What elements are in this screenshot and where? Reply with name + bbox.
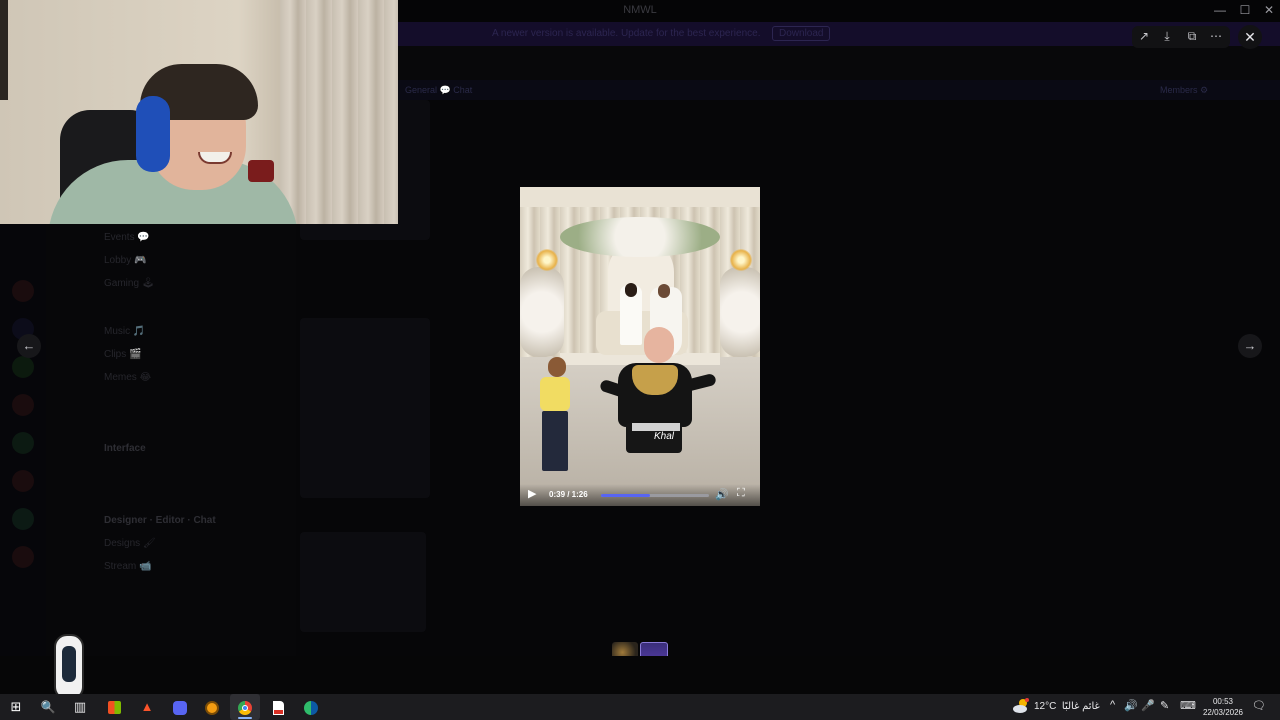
channel-category[interactable]: Interface xyxy=(104,443,146,454)
pdf-file-icon[interactable] xyxy=(263,694,293,720)
video-progress-fill xyxy=(601,494,650,497)
play-icon[interactable]: ▶ xyxy=(528,487,536,500)
ghost-image xyxy=(300,532,426,632)
video-kid-head xyxy=(548,357,566,377)
channel-category[interactable]: Designer · Editor · Chat xyxy=(104,515,216,526)
channel-header-right: Members ⚙ xyxy=(1160,85,1209,95)
active-app-indicator xyxy=(238,717,252,719)
start-icon[interactable]: ⊞ xyxy=(1,694,31,720)
banner-button[interactable]: Download xyxy=(772,26,831,41)
download-icon[interactable]: ⤓ xyxy=(1158,29,1176,44)
share-icon[interactable]: ↗ xyxy=(1135,29,1153,43)
server-rail xyxy=(0,224,46,694)
channel-header xyxy=(398,80,1280,100)
maximize-button[interactable]: ☐ xyxy=(1233,3,1257,17)
window-close-button[interactable]: ✕ xyxy=(1257,3,1280,17)
video-flowers xyxy=(520,267,564,357)
channel-header-title: General 💬 Chat xyxy=(405,85,473,95)
server-icon[interactable] xyxy=(12,356,34,378)
server-icon[interactable] xyxy=(12,470,34,492)
next-media-button[interactable]: → xyxy=(1238,334,1262,358)
channel-item[interactable]: Music 🎵 xyxy=(104,326,145,337)
weather-desc: غائم غالبًا xyxy=(1061,701,1100,712)
server-icon[interactable] xyxy=(12,394,34,416)
fullscreen-icon[interactable]: ⛶ xyxy=(737,487,745,500)
channel-item[interactable]: Designs 🖌 xyxy=(104,538,156,549)
microphone-icon[interactable]: 🎤 xyxy=(1141,699,1155,712)
video-player[interactable]: Khal ▶ 0:39 / 1:26 🔊 ⛶ xyxy=(520,187,760,506)
tray-chevron-icon[interactable]: ^ xyxy=(1110,699,1115,711)
app-bottom-bar xyxy=(0,656,1280,694)
webcam-overlay xyxy=(0,0,398,224)
brave-browser-icon[interactable]: ▲ xyxy=(132,694,162,720)
volume-icon[interactable]: 🔊 xyxy=(715,488,729,501)
channel-item[interactable]: Stream 📹 xyxy=(104,561,151,572)
channel-item[interactable]: Clips 🎬 xyxy=(104,349,141,360)
channel-item[interactable]: Memes 😂 xyxy=(104,372,151,383)
video-lamp xyxy=(730,249,752,271)
user-emblem-avatar[interactable] xyxy=(54,634,84,700)
weather-icon[interactable] xyxy=(1012,697,1030,715)
headphones xyxy=(136,96,170,172)
open-in-browser-icon[interactable]: ⧉ xyxy=(1183,29,1201,44)
minimize-button[interactable]: — xyxy=(1208,3,1232,17)
video-dancer-belt xyxy=(632,423,680,431)
pen-icon[interactable]: ✎ xyxy=(1160,699,1169,712)
video-dancer-head xyxy=(644,327,674,363)
video-lamp xyxy=(536,249,558,271)
banner-text: A newer version is available. Update for… xyxy=(492,28,761,39)
curtain xyxy=(280,0,398,224)
weather-temp: 12°C xyxy=(1034,701,1057,712)
app-circle-icon[interactable] xyxy=(197,694,227,720)
notification-icon[interactable]: 🗨 xyxy=(1252,699,1266,712)
video-time: 0:39 / 1:26 xyxy=(549,490,588,499)
search-icon[interactable]: 🔍 xyxy=(33,694,63,720)
background-object xyxy=(248,160,274,182)
channel-item[interactable]: Events 💬 xyxy=(104,232,150,243)
clock-date: 22/03/2026 xyxy=(1202,708,1244,717)
channel-item[interactable]: Lobby 🎮 xyxy=(104,255,146,266)
viewer-close-button[interactable]: ✕ xyxy=(1238,25,1262,49)
task-view-icon[interactable]: ▥ xyxy=(65,694,95,720)
keyboard-icon[interactable]: ⌨ xyxy=(1180,699,1196,712)
emblem-eagle-icon xyxy=(62,646,76,682)
video-ceiling xyxy=(520,187,760,207)
store-icon[interactable] xyxy=(99,694,129,720)
wall-frame xyxy=(0,0,8,100)
video-groom-head xyxy=(625,283,637,297)
channel-item[interactable]: Gaming 🕹 xyxy=(104,278,155,289)
previous-media-button[interactable]: ← xyxy=(17,334,41,358)
message-area xyxy=(296,100,1280,660)
video-flowers xyxy=(720,267,760,357)
system-clock[interactable]: 00:53 22/03/2026 xyxy=(1196,696,1250,718)
channel-list xyxy=(46,224,296,694)
video-bride-head xyxy=(658,284,670,298)
video-kid-legs xyxy=(542,411,568,471)
ghost-image xyxy=(300,318,430,498)
volume-tray-icon[interactable]: 🔊 xyxy=(1124,699,1138,712)
video-flowers xyxy=(560,217,720,257)
server-icon[interactable] xyxy=(12,546,34,568)
server-icon[interactable] xyxy=(12,508,34,530)
server-icon[interactable] xyxy=(12,432,34,454)
weather-readout[interactable]: 12°C غائم غالبًا xyxy=(1034,701,1100,712)
server-icon[interactable] xyxy=(12,280,34,302)
video-overlay-text: Khal xyxy=(654,431,675,442)
video-progress-bar[interactable] xyxy=(601,494,709,497)
edge-icon[interactable] xyxy=(296,694,326,720)
clock-time: 00:53 xyxy=(1212,697,1234,706)
video-kid xyxy=(540,377,570,411)
more-options-icon[interactable]: ⋯ xyxy=(1207,29,1225,43)
discord-icon[interactable] xyxy=(165,694,195,720)
